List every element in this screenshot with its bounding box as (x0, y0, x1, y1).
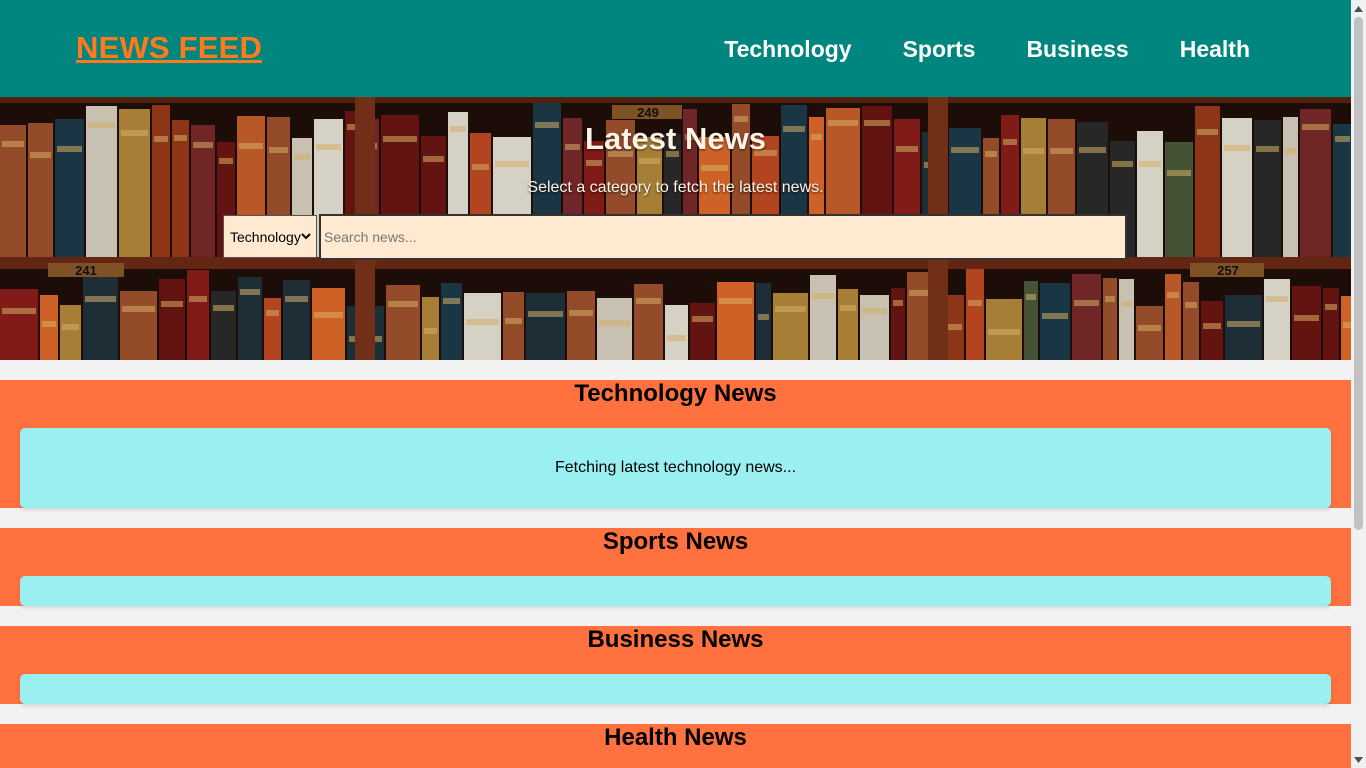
technology-news-status: Fetching latest technology news... (554, 459, 797, 476)
logo-link[interactable]: NEWS FEED (76, 30, 262, 66)
technology-news-box: Fetching latest technology news... (20, 428, 1331, 508)
technology-section-title: Technology News (574, 380, 777, 407)
scroll-down-arrow-icon[interactable] (1351, 751, 1366, 768)
scroll-up-arrow-icon[interactable] (1351, 0, 1366, 17)
page: NEWS FEED Technology Sports Business Hea… (0, 0, 1351, 768)
site-header: NEWS FEED Technology Sports Business Hea… (0, 0, 1351, 97)
scrollbar-thumb[interactable] (1354, 17, 1363, 530)
hero-subtitle: Select a category to fetch the latest ne… (527, 179, 824, 196)
hero-banner: 249 241 257 Latest News Select a categor… (0, 97, 1351, 360)
business-section-title: Business News (587, 626, 764, 653)
sports-news-box (20, 576, 1331, 606)
page-scrollbar[interactable] (1351, 0, 1366, 768)
category-select[interactable]: Technology (223, 215, 317, 258)
nav-technology[interactable]: Technology (724, 36, 851, 63)
search-input[interactable] (319, 214, 1127, 260)
nav-sports[interactable]: Sports (903, 36, 976, 63)
main-nav: Technology Sports Business Health (673, 36, 1250, 63)
sports-section-title: Sports News (602, 528, 749, 555)
nav-health[interactable]: Health (1180, 36, 1250, 63)
technology-section: Technology News Fetching latest technolo… (0, 380, 1351, 508)
business-section: Business News (0, 626, 1351, 704)
category-select-value: Technology (230, 228, 301, 245)
health-section: Health News (0, 724, 1351, 768)
chevron-down-icon (301, 233, 311, 240)
sports-section: Sports News (0, 528, 1351, 606)
health-section-title: Health News (604, 724, 747, 751)
nav-business[interactable]: Business (1026, 36, 1128, 63)
business-news-box (20, 674, 1331, 704)
hero-title: Latest News (585, 121, 766, 156)
